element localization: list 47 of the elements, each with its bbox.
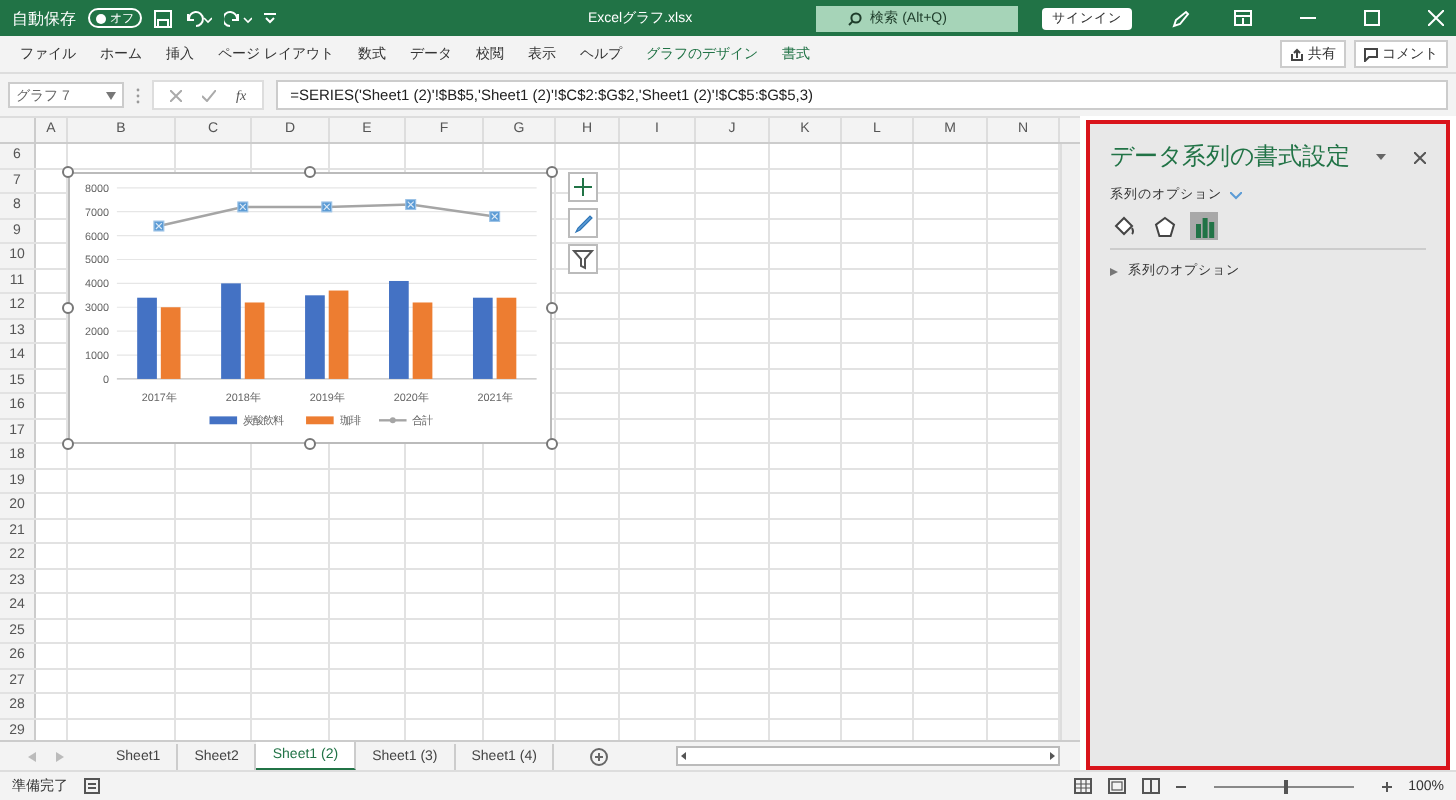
- zoom-in-icon[interactable]: [1382, 781, 1393, 791]
- zoom-out-icon[interactable]: [1176, 781, 1187, 791]
- pane-title: データ系列の書式設定: [1110, 140, 1352, 174]
- legend-swatch: [378, 417, 407, 424]
- scroll-right-icon[interactable]: [1046, 750, 1058, 762]
- legend-swatch: [306, 416, 334, 425]
- resize-handle[interactable]: [546, 166, 558, 178]
- paint-bucket-icon[interactable]: [1110, 212, 1138, 240]
- redo-icon[interactable]: [224, 9, 252, 27]
- undo-icon[interactable]: [184, 9, 212, 27]
- chart-bar[interactable]: [160, 307, 181, 379]
- accessibility-icon[interactable]: [84, 778, 100, 794]
- cancel-icon[interactable]: [170, 89, 182, 101]
- page-layout-icon[interactable]: [1108, 778, 1127, 794]
- resize-handle[interactable]: [62, 166, 74, 178]
- line-series[interactable]: [153, 199, 501, 232]
- comment-icon: [1364, 47, 1378, 61]
- resize-handle[interactable]: [304, 166, 316, 178]
- search-icon: [848, 11, 863, 25]
- resize-handle[interactable]: [62, 438, 74, 450]
- pane-menu-icon[interactable]: [1376, 154, 1386, 160]
- filter-icon[interactable]: [568, 244, 598, 274]
- autosave-label: 自動保存: [12, 7, 76, 29]
- normal-view-icon[interactable]: [1074, 778, 1093, 794]
- resize-handle[interactable]: [62, 302, 74, 314]
- save-icon[interactable]: [154, 9, 172, 27]
- brush-icon[interactable]: [568, 208, 598, 238]
- pentagon-icon[interactable]: [1150, 212, 1178, 240]
- legend-swatch: [209, 416, 238, 425]
- share-icon: [1290, 47, 1304, 61]
- page-break-icon[interactable]: [1142, 778, 1161, 794]
- enter-icon[interactable]: [202, 89, 216, 101]
- horizontal-scrollbar[interactable]: [676, 746, 1060, 766]
- customize-icon[interactable]: [264, 12, 276, 24]
- caret-icon[interactable]: [1110, 267, 1118, 275]
- vertical-scrollbar[interactable]: [1060, 144, 1080, 740]
- ribbon-display-icon[interactable]: [1234, 10, 1252, 26]
- pen-icon[interactable]: [1172, 9, 1190, 27]
- add-element-icon[interactable]: [568, 172, 598, 202]
- resize-handle[interactable]: [546, 438, 558, 450]
- chevron-icon: [1230, 191, 1242, 199]
- bar-chart-icon[interactable]: [1190, 212, 1218, 240]
- maximize-icon[interactable]: [1364, 10, 1380, 26]
- close-icon[interactable]: [1414, 151, 1426, 163]
- scroll-left-icon[interactable]: [678, 750, 690, 762]
- new-sheet-icon[interactable]: [590, 747, 609, 765]
- chart-bar[interactable]: [472, 297, 493, 379]
